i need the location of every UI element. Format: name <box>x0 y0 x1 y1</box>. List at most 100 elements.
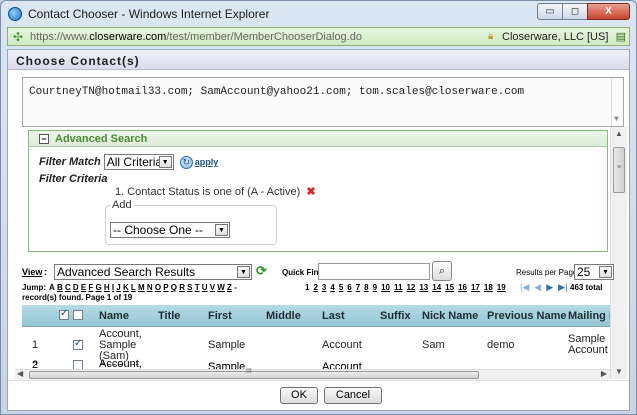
chevron-down-icon[interactable]: ▼ <box>237 266 250 278</box>
page-number[interactable]: 11 <box>394 283 402 292</box>
chevron-down-icon[interactable]: ▼ <box>599 266 612 278</box>
recipients-scrollbar[interactable]: ▼ <box>611 78 623 126</box>
scrollbar-thumb[interactable]: III <box>29 368 479 379</box>
results-per-page-label: Results per Page <box>516 268 578 277</box>
column-header-first[interactable]: First <box>208 310 232 322</box>
apply-refresh-icon[interactable]: ↻ <box>179 155 193 169</box>
certificate-label[interactable]: Closerware, LLC [US] <box>502 31 608 43</box>
jump-letter[interactable]: V <box>210 283 215 292</box>
page-number[interactable]: 2 <box>313 283 317 292</box>
cell-first: Sample <box>208 339 246 351</box>
jump-letter[interactable]: B <box>57 283 63 292</box>
jump-letter[interactable]: J <box>116 283 120 292</box>
first-page-icon[interactable]: |◀ <box>520 282 529 292</box>
page-number[interactable]: 9 <box>373 283 377 292</box>
maximize-button[interactable]: ◻ <box>562 3 588 20</box>
select-all-checkbox[interactable] <box>59 308 69 320</box>
page-number[interactable]: 12 <box>406 283 415 292</box>
scroll-right-icon[interactable]: ▶ <box>601 369 607 378</box>
refresh-view-icon[interactable]: ⟳ <box>256 264 270 278</box>
quick-find-input[interactable] <box>318 263 430 280</box>
last-page-icon[interactable]: ▶| <box>558 282 567 292</box>
url-text[interactable]: https://www.closerware.com/test/member/M… <box>30 31 362 43</box>
jump-letter[interactable]: R <box>179 283 185 292</box>
jump-letter[interactable]: M <box>138 283 145 292</box>
filter-match-select[interactable]: All Criteria ▼ <box>103 154 174 170</box>
page-number[interactable]: 7 <box>356 283 360 292</box>
toggle-checkbox[interactable] <box>73 310 83 320</box>
row-checkbox[interactable] <box>73 360 83 369</box>
jump-letter[interactable]: E <box>81 283 86 292</box>
jump-letter[interactable]: O <box>155 283 161 292</box>
add-criteria-select[interactable]: -- Choose One -- ▼ <box>110 222 230 238</box>
page-number[interactable]: 5 <box>339 283 343 292</box>
page-number[interactable]: 6 <box>347 283 351 292</box>
jump-letter[interactable]: W <box>217 283 225 292</box>
page-number[interactable]: 14 <box>432 283 441 292</box>
page-number[interactable]: 10 <box>381 283 390 292</box>
column-header-previous-name[interactable]: Previous Name <box>487 310 566 322</box>
jump-letter[interactable]: Z <box>227 283 232 292</box>
minimize-button[interactable]: ▭ <box>537 3 563 20</box>
jump-letter[interactable]: N <box>147 283 153 292</box>
jump-letter[interactable]: T <box>195 283 200 292</box>
column-header-middle[interactable]: Middle <box>266 310 301 322</box>
previous-page-icon[interactable]: ◀ <box>534 282 541 292</box>
next-page-icon[interactable]: ▶ <box>546 282 553 292</box>
grip-icon: ≡ <box>617 164 622 171</box>
scroll-left-icon[interactable]: ◀ <box>17 369 23 378</box>
jump-letter[interactable]: P <box>163 283 168 292</box>
address-bar[interactable]: ✣ https://www.closerware.com/test/member… <box>7 27 630 46</box>
remove-criteria-icon[interactable]: ✖ <box>306 186 315 198</box>
page-number[interactable]: 8 <box>364 283 368 292</box>
view-label[interactable]: View <box>22 267 42 277</box>
page-number[interactable]: 18 <box>484 283 493 292</box>
page-number[interactable]: 19 <box>497 283 506 292</box>
vertical-scrollbar[interactable]: ▲ ≡ ▼ <box>610 127 627 379</box>
chevron-down-icon[interactable]: ▼ <box>158 156 172 168</box>
jump-letter[interactable]: S <box>187 283 192 292</box>
jump-letter[interactable]: U <box>202 283 208 292</box>
column-header-title[interactable]: Title <box>158 310 180 322</box>
results-per-page-select[interactable]: 25 ▼ <box>574 264 614 280</box>
column-header-suffix[interactable]: Suffix <box>380 310 411 322</box>
collapse-toggle-icon[interactable]: − <box>39 134 49 144</box>
row-checkbox[interactable] <box>73 338 83 350</box>
jump-letter[interactable]: D <box>73 283 79 292</box>
scroll-down-icon[interactable]: ▼ <box>614 115 619 124</box>
column-header-last[interactable]: Last <box>322 310 345 322</box>
cancel-button[interactable]: Cancel <box>324 387 382 404</box>
page-number[interactable]: 3 <box>322 283 326 292</box>
scroll-down-icon[interactable]: ▼ <box>611 365 627 379</box>
apply-link[interactable]: apply <box>195 157 219 167</box>
lock-icon[interactable]: 🔒︎ <box>488 31 493 42</box>
column-header-nick-name[interactable]: Nick Name <box>422 310 478 322</box>
jump-letter[interactable]: F <box>88 283 93 292</box>
jump-letter[interactable]: L <box>131 283 136 292</box>
jump-letter[interactable]: I <box>112 283 114 292</box>
jump-letter[interactable]: K <box>123 283 129 292</box>
browser-window: Contact Chooser - Windows Internet Explo… <box>0 0 637 415</box>
page-number[interactable]: 13 <box>419 283 428 292</box>
search-icon[interactable]: ⌕ <box>432 261 452 281</box>
scrollbar-thumb[interactable]: ≡ <box>613 147 625 193</box>
ok-button[interactable]: OK <box>280 387 318 404</box>
advanced-search-header[interactable]: − Advanced Search <box>29 131 607 147</box>
page-number[interactable]: 4 <box>330 283 334 292</box>
horizontal-scrollbar[interactable]: ◀ III ▶ <box>15 368 610 380</box>
jump-letter[interactable]: H <box>104 283 110 292</box>
jump-letter[interactable]: G <box>95 283 101 292</box>
page-number[interactable]: 15 <box>445 283 454 292</box>
column-header-mailing-name[interactable]: Mailing Nam <box>568 310 610 322</box>
close-button[interactable]: X <box>587 3 630 20</box>
page-number[interactable]: 16 <box>458 283 467 292</box>
view-select[interactable]: Advanced Search Results ▼ <box>54 264 252 280</box>
scroll-up-icon[interactable]: ▲ <box>611 127 627 141</box>
jump-letter[interactable]: C <box>65 283 71 292</box>
selected-recipients-field[interactable]: CourtneyTN@hotmail33.com; SamAccount@yah… <box>22 77 624 127</box>
jump-letter[interactable]: Q <box>171 283 177 292</box>
page-number[interactable]: 17 <box>471 283 480 292</box>
jump-letter[interactable]: A <box>49 283 55 292</box>
column-header-name[interactable]: Name <box>99 310 129 322</box>
chevron-down-icon[interactable]: ▼ <box>215 224 228 236</box>
